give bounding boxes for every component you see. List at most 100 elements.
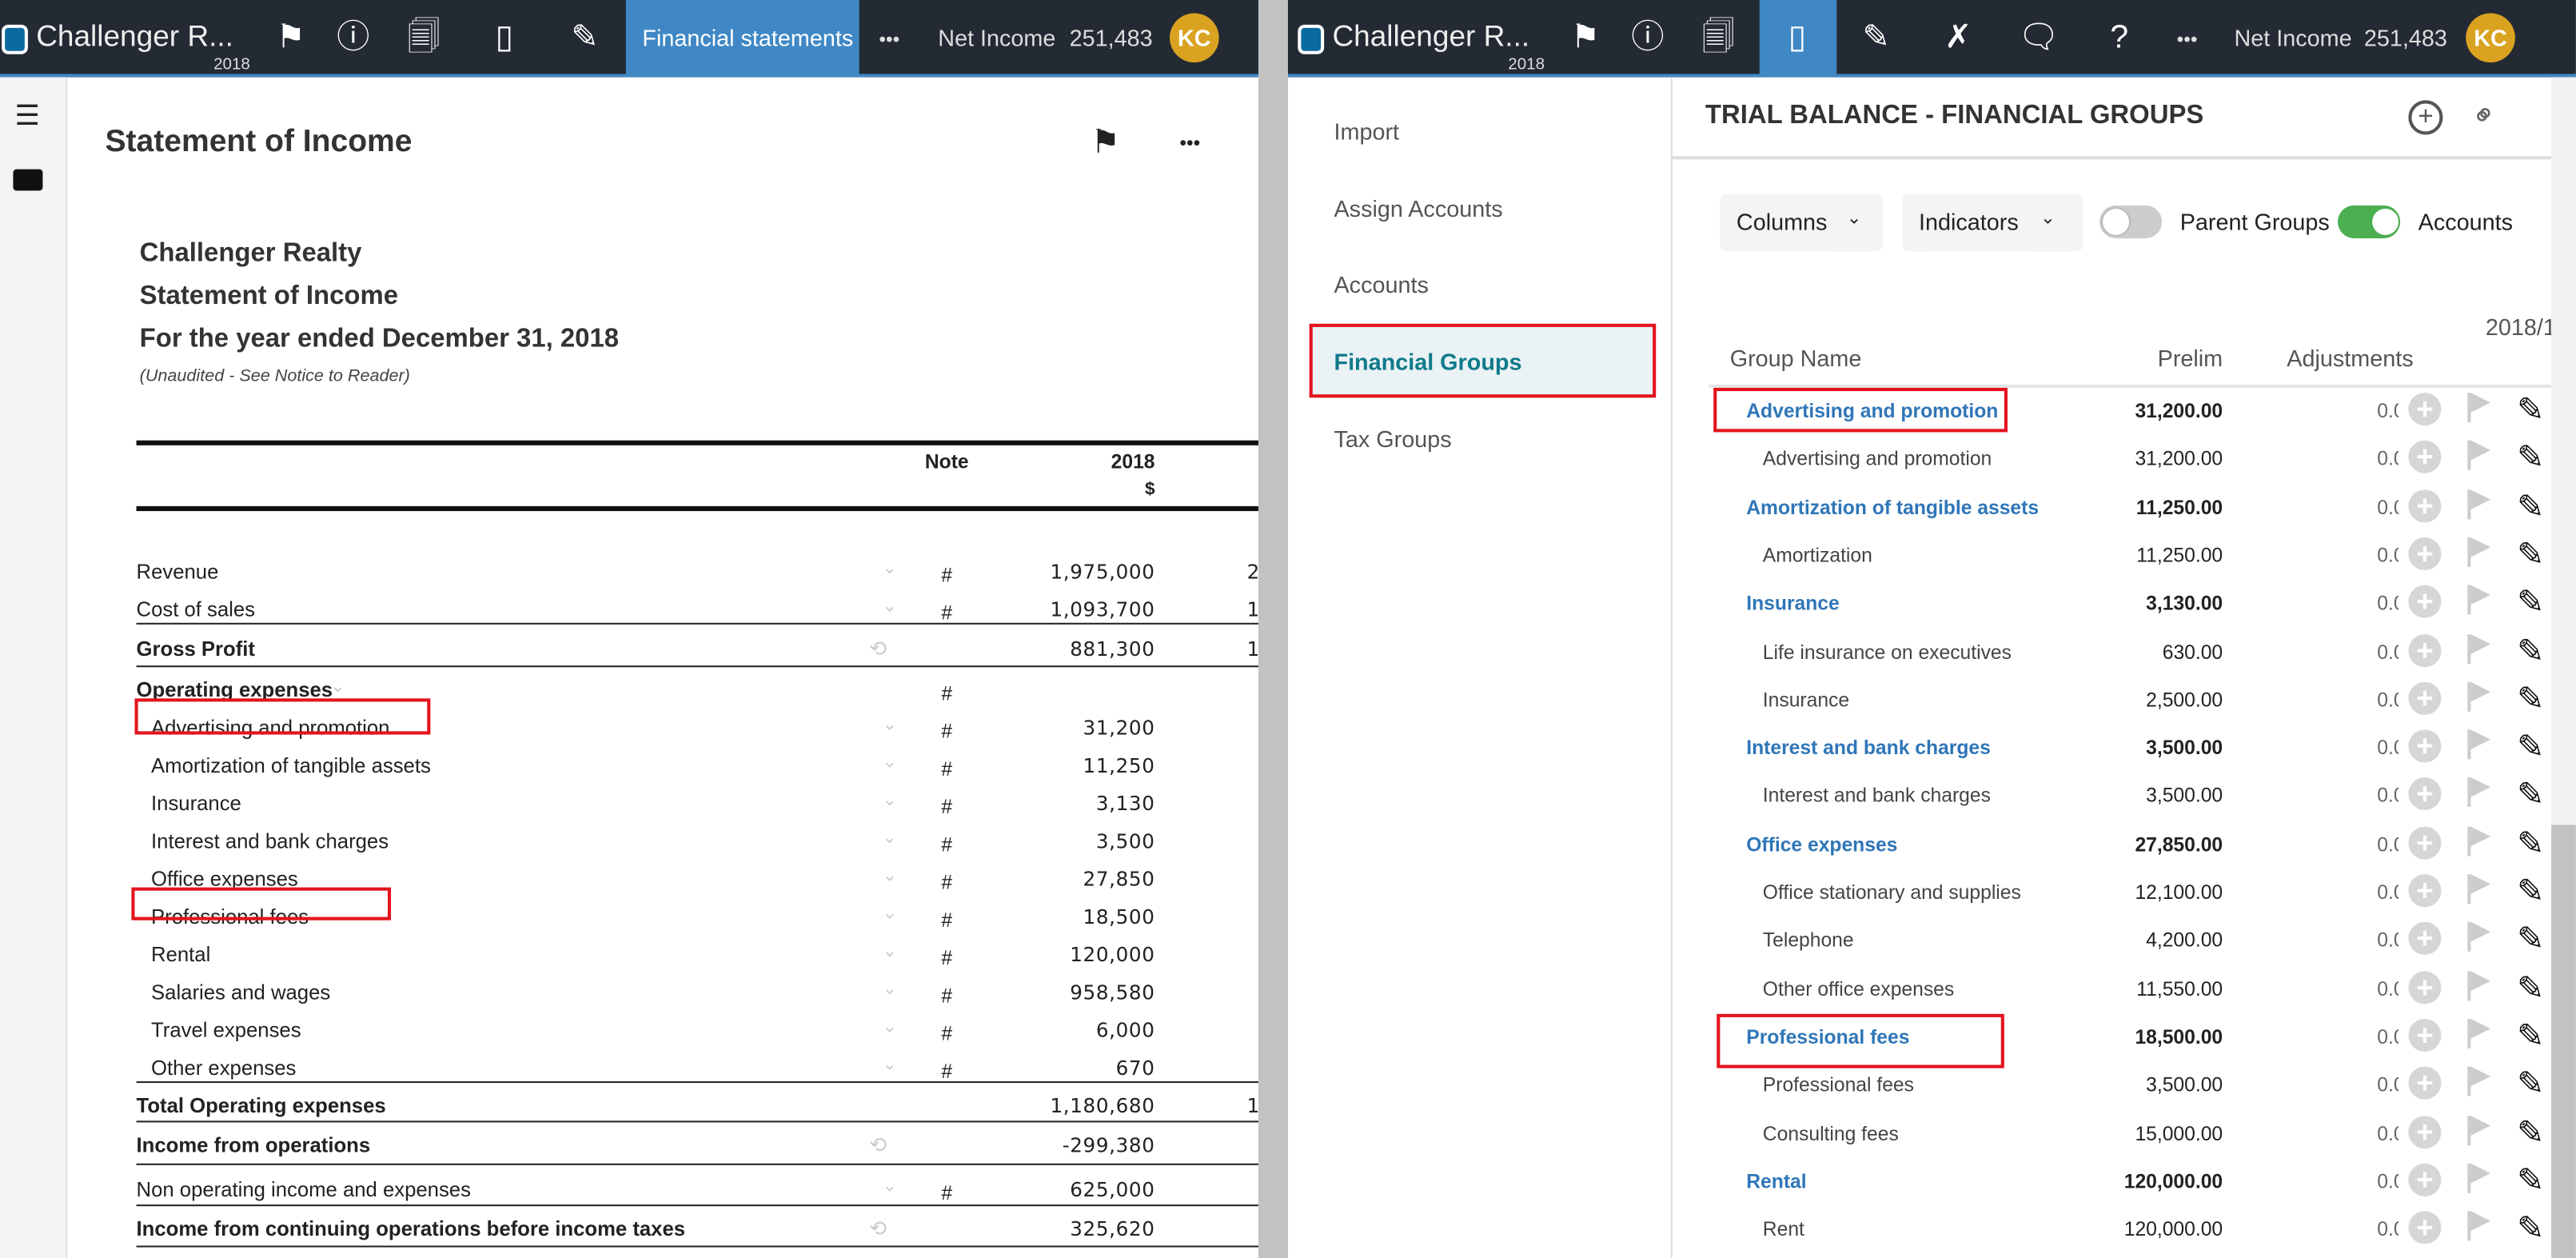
pencil-icon[interactable]: ✎ [2517,1160,2544,1200]
pencil-icon[interactable]: ✎ [2517,534,2544,575]
note-link[interactable]: # [941,947,952,970]
flag-icon[interactable] [2467,874,2491,905]
chevron-down-icon[interactable]: ⌄ [882,827,897,849]
account-row[interactable]: Rent 120,000.00 0.0 + ✎ [1709,1204,2551,1252]
pencil-icon[interactable]: ✎ [2517,630,2544,671]
flag-icon[interactable] [2467,825,2491,856]
flag-icon[interactable] [2467,922,2491,952]
tools-icon[interactable]: ✗ [1937,17,1980,59]
chevron-down-icon[interactable]: ⌄ [882,865,897,886]
binder-icon[interactable]: ▯ [483,17,525,59]
add-adjustment-icon[interactable]: + [2408,1115,2442,1148]
chevron-down-icon[interactable]: ⌄ [330,676,345,697]
group-name-header[interactable]: Group Name [1730,345,1862,372]
history-icon[interactable]: ⟲ [869,1216,887,1243]
account-row[interactable]: Professional fees 3,500.00 0.0 + ✎ [1709,1060,2551,1108]
group-row[interactable]: Amortization of tangible assets 11,250.00… [1709,482,2551,530]
statement-row[interactable]: Interest and bank charges ⌄ #3,500 [137,823,1258,861]
add-adjustment-icon[interactable]: + [2408,1163,2442,1196]
note-link[interactable]: # [941,601,952,625]
documents-icon[interactable]: 🗐 [1697,17,1740,59]
avatar[interactable]: KC [2466,13,2515,63]
statement-row[interactable]: Insurance ⌄ #3,130 [137,785,1258,823]
info-icon[interactable]: ⓘ [1626,17,1669,59]
edit-receipt-icon[interactable]: ✎ [564,17,606,59]
note-link[interactable]: # [941,757,952,781]
list-icon[interactable]: ☰ [14,100,39,133]
note-link[interactable]: # [941,1181,952,1204]
history-icon[interactable]: ⟲ [869,1132,887,1159]
pencil-icon[interactable]: ✎ [2517,1208,2544,1248]
pencil-icon[interactable]: ✎ [2517,1016,2544,1056]
flag-icon[interactable] [2467,441,2491,471]
statement-row[interactable]: Rental ⌄ #120,000 [137,937,1258,974]
flag-icon[interactable] [2467,1163,2491,1193]
account-row[interactable]: Office stationary and supplies 12,100.00 0… [1709,868,2551,916]
add-adjustment-icon[interactable]: + [2408,777,2442,811]
page-more-icon[interactable]: ••• [1179,131,1200,154]
flag-icon[interactable] [2467,489,2491,519]
pencil-icon[interactable]: ✎ [2517,1064,2544,1104]
flag-icon[interactable]: ⚑ [269,17,312,59]
page-flag-icon[interactable]: ⚑ [1091,122,1120,162]
flag-icon[interactable]: ⚑ [1564,17,1606,59]
chevron-down-icon[interactable]: ⌄ [882,940,897,961]
account-row[interactable]: Other office expenses 11,550.00 0.0 + ✎ [1709,964,2551,1012]
comments-icon[interactable]: 🗨 [2017,17,2060,59]
chevron-down-icon[interactable]: ⌄ [882,978,897,1000]
account-row[interactable]: Advertising and promotion 31,200.00 0.0 + ✎ [1709,434,2551,482]
pencil-icon[interactable]: ✎ [2517,823,2544,864]
statement-row[interactable]: Amortization of tangible assets ⌄ #11,250 [137,748,1258,785]
account-row[interactable]: Consulting fees 15,000.00 0.0 + ✎ [1709,1108,2551,1156]
left-scrollbar[interactable] [1258,0,1288,1258]
pencil-icon[interactable]: ✎ [2517,967,2544,1008]
statement-row[interactable]: Revenue ⌄ #1,975,000 2 [137,553,1260,591]
group-name-link[interactable]: Insurance [1746,592,1840,615]
tab-financial-statements[interactable]: Financial statements [625,0,859,74]
flag-icon[interactable] [2467,1115,2491,1145]
add-circle-icon[interactable]: + [2408,100,2443,135]
app-name[interactable]: Challenger R... [36,20,233,54]
note-link[interactable]: # [941,1022,952,1045]
indicators-dropdown[interactable]: Indicators ⌄ [1902,194,2084,252]
parent-groups-toggle[interactable] [2099,205,2163,238]
binder-tab[interactable]: ▯ [1759,0,1837,74]
statement-row[interactable]: Income from continuing operations before… [137,1211,1258,1248]
add-adjustment-icon[interactable]: + [2408,633,2442,667]
add-adjustment-icon[interactable]: + [2408,441,2442,474]
chevron-down-icon[interactable]: ⌄ [882,1175,897,1196]
chevron-down-icon[interactable]: ⌄ [882,1053,897,1075]
group-name-link[interactable]: Amortization of tangible assets [1746,496,2039,519]
group-row[interactable]: Interest and bank charges 3,500.00 0.0 + ✎ [1709,723,2551,771]
pencil-icon[interactable]: ✎ [2517,1112,2544,1152]
pencil-icon[interactable]: ✎ [2517,775,2544,816]
pencil-icon[interactable]: ✎ [2517,582,2544,623]
flag-icon[interactable] [2467,633,2491,664]
account-row[interactable]: Interest and bank charges 3,500.00 0.0 + ✎ [1709,772,2551,820]
note-link[interactable]: # [941,682,952,705]
add-adjustment-icon[interactable]: + [2408,825,2442,860]
note-link[interactable]: # [941,833,952,857]
flag-icon[interactable] [2467,1066,2491,1096]
group-row[interactable]: Office expenses 27,850.00 0.0 + ✎ [1709,820,2551,868]
note-link[interactable]: # [941,871,952,894]
info-icon[interactable]: ⓘ [332,17,374,59]
note-link[interactable]: # [941,1060,952,1083]
chevron-down-icon[interactable]: ⌄ [882,751,897,773]
flag-icon[interactable] [2467,393,2491,423]
note-link[interactable]: # [941,796,952,819]
app-name[interactable]: Challenger R... [1332,20,1529,54]
nav-item-accounts[interactable]: Accounts [1334,271,1428,298]
note-link[interactable]: # [941,984,952,1008]
adjustments-header[interactable]: Adjustments [2287,345,2413,372]
add-adjustment-icon[interactable]: + [2408,1211,2442,1244]
account-row[interactable]: Insurance 2,500.00 0.0 + ✎ [1709,675,2551,723]
account-row[interactable]: Telephone 4,200.00 0.0 + ✎ [1709,916,2551,964]
add-adjustment-icon[interactable]: + [2408,489,2442,522]
chevron-down-icon[interactable]: ⌄ [882,1016,897,1037]
note-link[interactable]: # [941,720,952,743]
statement-row[interactable]: Travel expenses ⌄ #6,000 [137,1012,1258,1050]
flag-icon[interactable] [2467,681,2491,712]
edit-receipt-icon[interactable]: ✎ [1855,17,1897,59]
pencil-icon[interactable]: ✎ [2517,678,2544,719]
